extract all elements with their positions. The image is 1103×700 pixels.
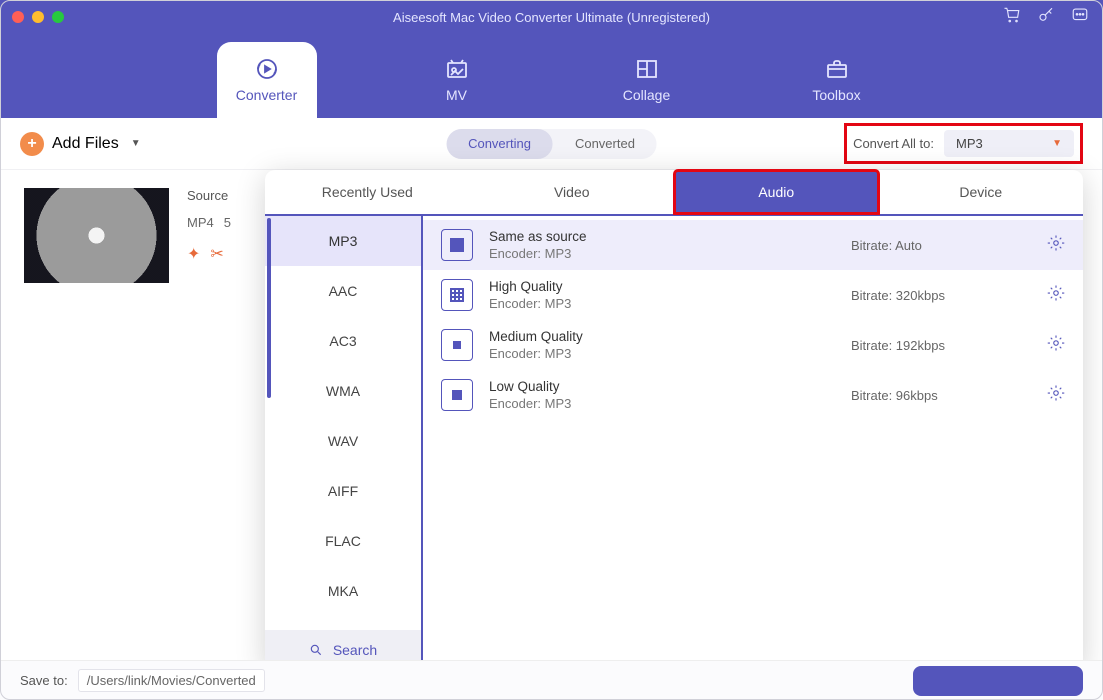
quality-icon	[441, 279, 473, 311]
nav-label-collage: Collage	[623, 87, 670, 103]
quality-title: Same as source	[489, 229, 835, 244]
convert-all-label: Convert All to:	[853, 136, 934, 151]
toolbar: + Add Files ▼ Converting Converted Conve…	[0, 118, 1103, 170]
scrollbar[interactable]	[267, 218, 271, 398]
quality-title: High Quality	[489, 279, 835, 294]
nav-label-mv: MV	[446, 87, 467, 103]
seg-converted[interactable]: Converted	[553, 129, 657, 159]
nav-tab-converter[interactable]: Converter	[217, 42, 317, 118]
gear-icon[interactable]	[1047, 384, 1065, 407]
main-nav: Converter MV Collage Toolbox	[0, 34, 1103, 118]
quality-bitrate: Bitrate: Auto	[851, 238, 1031, 253]
chevron-down-icon: ▼	[1052, 138, 1062, 149]
output-format-value: MP3	[956, 136, 983, 151]
video-thumbnail[interactable]	[24, 188, 169, 283]
nav-tab-collage[interactable]: Collage	[597, 42, 697, 118]
format-popover: Recently Used Video Audio Device MP3 AAC…	[265, 170, 1083, 670]
gear-icon[interactable]	[1047, 334, 1065, 357]
quality-bitrate: Bitrate: 320kbps	[851, 288, 1031, 303]
save-path[interactable]: /Users/link/Movies/Converted	[78, 669, 265, 692]
convert-all-button[interactable]	[913, 666, 1083, 696]
tab-video[interactable]: Video	[470, 170, 675, 214]
file-format: MP4	[187, 215, 214, 230]
seg-converting[interactable]: Converting	[446, 129, 553, 159]
tab-device[interactable]: Device	[879, 170, 1084, 214]
trim-icon[interactable]: ✂	[210, 244, 223, 264]
chevron-down-icon[interactable]: ▼	[131, 138, 141, 149]
nav-tab-mv[interactable]: MV	[407, 42, 507, 118]
format-item-mka[interactable]: MKA	[265, 566, 421, 616]
tab-recently-used[interactable]: Recently Used	[265, 170, 470, 214]
tab-audio[interactable]: Audio	[674, 170, 879, 214]
format-item-ac3[interactable]: AC3	[265, 316, 421, 366]
feedback-icon[interactable]	[1071, 6, 1089, 29]
output-format-select[interactable]: MP3 ▼	[944, 130, 1074, 157]
minimize-window-button[interactable]	[32, 11, 44, 23]
content-area: Source MP4 5 ✦ ✂ Recently Used Video Aud…	[0, 170, 1103, 660]
quality-encoder: Encoder: MP3	[489, 346, 835, 361]
quality-icon	[441, 229, 473, 261]
close-window-button[interactable]	[12, 11, 24, 23]
format-item-wav[interactable]: WAV	[265, 416, 421, 466]
quality-row-medium[interactable]: Medium Quality Encoder: MP3 Bitrate: 192…	[423, 320, 1083, 370]
quality-bitrate: Bitrate: 192kbps	[851, 338, 1031, 353]
effect-icon[interactable]: ✦	[187, 244, 200, 264]
window-controls	[12, 11, 64, 23]
file-extra: 5	[224, 215, 231, 230]
quality-encoder: Encoder: MP3	[489, 246, 835, 261]
nav-tab-toolbox[interactable]: Toolbox	[787, 42, 887, 118]
quality-icon	[441, 379, 473, 411]
format-item-mp3[interactable]: MP3	[265, 216, 421, 266]
quality-row-low[interactable]: Low Quality Encoder: MP3 Bitrate: 96kbps	[423, 370, 1083, 420]
format-item-aiff[interactable]: AIFF	[265, 466, 421, 516]
save-to-label: Save to:	[20, 673, 68, 688]
gear-icon[interactable]	[1047, 284, 1065, 307]
convert-all-highlight: Convert All to: MP3 ▼	[844, 123, 1083, 164]
app-title: Aiseesoft Mac Video Converter Ultimate (…	[393, 10, 710, 25]
nav-label-converter: Converter	[236, 87, 297, 103]
quality-title: Medium Quality	[489, 329, 835, 344]
titlebar: Aiseesoft Mac Video Converter Ultimate (…	[0, 0, 1103, 34]
quality-list: Same as source Encoder: MP3 Bitrate: Aut…	[423, 216, 1083, 670]
add-files-label: Add Files	[52, 135, 119, 153]
format-item-flac[interactable]: FLAC	[265, 516, 421, 566]
format-item-wma[interactable]: WMA	[265, 366, 421, 416]
gear-icon[interactable]	[1047, 234, 1065, 257]
maximize-window-button[interactable]	[52, 11, 64, 23]
quality-title: Low Quality	[489, 379, 835, 394]
format-item-aac[interactable]: AAC	[265, 266, 421, 316]
quality-row-high[interactable]: High Quality Encoder: MP3 Bitrate: 320kb…	[423, 270, 1083, 320]
nav-label-toolbox: Toolbox	[812, 87, 860, 103]
key-icon[interactable]	[1037, 6, 1055, 29]
quality-encoder: Encoder: MP3	[489, 296, 835, 311]
search-label: Search	[333, 642, 377, 658]
plus-icon: +	[20, 132, 44, 156]
quality-encoder: Encoder: MP3	[489, 396, 835, 411]
source-label: Source	[187, 188, 231, 203]
footer: Save to: /Users/link/Movies/Converted	[0, 660, 1103, 700]
add-files-button[interactable]: + Add Files ▼	[20, 132, 141, 156]
quality-row-same[interactable]: Same as source Encoder: MP3 Bitrate: Aut…	[423, 220, 1083, 270]
quality-bitrate: Bitrate: 96kbps	[851, 388, 1031, 403]
status-segmented-control: Converting Converted	[446, 129, 657, 159]
quality-icon	[441, 329, 473, 361]
format-list: MP3 AAC AC3 WMA WAV AIFF FLAC MKA Search	[265, 216, 423, 670]
cart-icon[interactable]	[1003, 6, 1021, 29]
